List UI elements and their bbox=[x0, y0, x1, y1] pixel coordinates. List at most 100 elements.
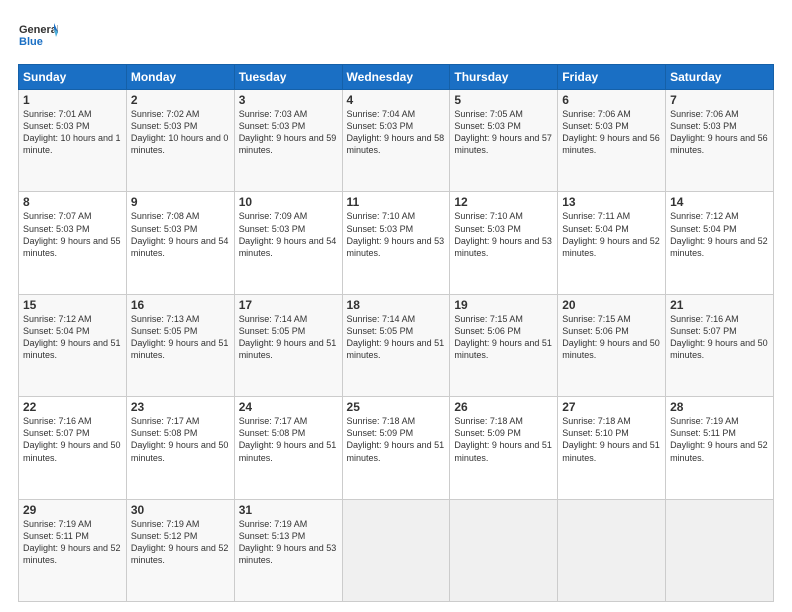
col-header-friday: Friday bbox=[558, 65, 666, 90]
day-number: 13 bbox=[562, 195, 661, 209]
day-number: 5 bbox=[454, 93, 553, 107]
day-number: 25 bbox=[347, 400, 446, 414]
day-number: 9 bbox=[131, 195, 230, 209]
svg-text:Blue: Blue bbox=[19, 36, 43, 48]
day-number: 26 bbox=[454, 400, 553, 414]
day-info: Sunrise: 7:19 AMSunset: 5:13 PMDaylight:… bbox=[239, 519, 337, 565]
week-row-1: 1 Sunrise: 7:01 AMSunset: 5:03 PMDayligh… bbox=[19, 90, 774, 192]
page: General Blue SundayMondayTuesdayWednesda… bbox=[0, 0, 792, 612]
header: General Blue bbox=[18, 18, 774, 54]
day-info: Sunrise: 7:03 AMSunset: 5:03 PMDaylight:… bbox=[239, 109, 337, 155]
day-info: Sunrise: 7:04 AMSunset: 5:03 PMDaylight:… bbox=[347, 109, 445, 155]
day-number: 20 bbox=[562, 298, 661, 312]
day-info: Sunrise: 7:16 AMSunset: 5:07 PMDaylight:… bbox=[23, 416, 121, 462]
svg-text:General: General bbox=[19, 24, 58, 36]
col-header-wednesday: Wednesday bbox=[342, 65, 450, 90]
day-number: 18 bbox=[347, 298, 446, 312]
day-number: 1 bbox=[23, 93, 122, 107]
day-info: Sunrise: 7:19 AMSunset: 5:12 PMDaylight:… bbox=[131, 519, 229, 565]
day-number: 19 bbox=[454, 298, 553, 312]
calendar-cell: 1 Sunrise: 7:01 AMSunset: 5:03 PMDayligh… bbox=[19, 90, 127, 192]
day-number: 16 bbox=[131, 298, 230, 312]
day-info: Sunrise: 7:19 AMSunset: 5:11 PMDaylight:… bbox=[23, 519, 121, 565]
calendar-cell: 3 Sunrise: 7:03 AMSunset: 5:03 PMDayligh… bbox=[234, 90, 342, 192]
calendar-cell: 15 Sunrise: 7:12 AMSunset: 5:04 PMDaylig… bbox=[19, 294, 127, 396]
day-number: 27 bbox=[562, 400, 661, 414]
day-info: Sunrise: 7:07 AMSunset: 5:03 PMDaylight:… bbox=[23, 211, 121, 257]
day-info: Sunrise: 7:14 AMSunset: 5:05 PMDaylight:… bbox=[239, 314, 337, 360]
day-number: 4 bbox=[347, 93, 446, 107]
day-info: Sunrise: 7:06 AMSunset: 5:03 PMDaylight:… bbox=[670, 109, 768, 155]
calendar-cell: 21 Sunrise: 7:16 AMSunset: 5:07 PMDaylig… bbox=[666, 294, 774, 396]
calendar-cell: 14 Sunrise: 7:12 AMSunset: 5:04 PMDaylig… bbox=[666, 192, 774, 294]
day-info: Sunrise: 7:05 AMSunset: 5:03 PMDaylight:… bbox=[454, 109, 552, 155]
col-header-tuesday: Tuesday bbox=[234, 65, 342, 90]
day-number: 6 bbox=[562, 93, 661, 107]
day-info: Sunrise: 7:10 AMSunset: 5:03 PMDaylight:… bbox=[454, 211, 552, 257]
day-number: 14 bbox=[670, 195, 769, 209]
calendar-cell: 16 Sunrise: 7:13 AMSunset: 5:05 PMDaylig… bbox=[126, 294, 234, 396]
calendar-cell: 5 Sunrise: 7:05 AMSunset: 5:03 PMDayligh… bbox=[450, 90, 558, 192]
calendar-cell: 10 Sunrise: 7:09 AMSunset: 5:03 PMDaylig… bbox=[234, 192, 342, 294]
calendar-cell: 23 Sunrise: 7:17 AMSunset: 5:08 PMDaylig… bbox=[126, 397, 234, 499]
day-number: 30 bbox=[131, 503, 230, 517]
day-number: 22 bbox=[23, 400, 122, 414]
calendar-cell: 9 Sunrise: 7:08 AMSunset: 5:03 PMDayligh… bbox=[126, 192, 234, 294]
day-number: 23 bbox=[131, 400, 230, 414]
calendar-cell: 19 Sunrise: 7:15 AMSunset: 5:06 PMDaylig… bbox=[450, 294, 558, 396]
calendar-cell: 11 Sunrise: 7:10 AMSunset: 5:03 PMDaylig… bbox=[342, 192, 450, 294]
day-number: 21 bbox=[670, 298, 769, 312]
day-number: 10 bbox=[239, 195, 338, 209]
calendar-cell: 29 Sunrise: 7:19 AMSunset: 5:11 PMDaylig… bbox=[19, 499, 127, 601]
day-info: Sunrise: 7:08 AMSunset: 5:03 PMDaylight:… bbox=[131, 211, 229, 257]
day-number: 28 bbox=[670, 400, 769, 414]
calendar-table: SundayMondayTuesdayWednesdayThursdayFrid… bbox=[18, 64, 774, 602]
calendar-cell: 7 Sunrise: 7:06 AMSunset: 5:03 PMDayligh… bbox=[666, 90, 774, 192]
day-info: Sunrise: 7:15 AMSunset: 5:06 PMDaylight:… bbox=[562, 314, 660, 360]
week-row-3: 15 Sunrise: 7:12 AMSunset: 5:04 PMDaylig… bbox=[19, 294, 774, 396]
day-info: Sunrise: 7:16 AMSunset: 5:07 PMDaylight:… bbox=[670, 314, 768, 360]
day-number: 8 bbox=[23, 195, 122, 209]
logo: General Blue bbox=[18, 18, 58, 54]
day-number: 12 bbox=[454, 195, 553, 209]
col-header-saturday: Saturday bbox=[666, 65, 774, 90]
day-info: Sunrise: 7:10 AMSunset: 5:03 PMDaylight:… bbox=[347, 211, 445, 257]
col-header-monday: Monday bbox=[126, 65, 234, 90]
calendar-cell: 20 Sunrise: 7:15 AMSunset: 5:06 PMDaylig… bbox=[558, 294, 666, 396]
calendar-cell: 30 Sunrise: 7:19 AMSunset: 5:12 PMDaylig… bbox=[126, 499, 234, 601]
day-number: 29 bbox=[23, 503, 122, 517]
logo-svg: General Blue bbox=[18, 18, 58, 54]
day-info: Sunrise: 7:19 AMSunset: 5:11 PMDaylight:… bbox=[670, 416, 768, 462]
day-info: Sunrise: 7:14 AMSunset: 5:05 PMDaylight:… bbox=[347, 314, 445, 360]
day-number: 31 bbox=[239, 503, 338, 517]
calendar-cell: 2 Sunrise: 7:02 AMSunset: 5:03 PMDayligh… bbox=[126, 90, 234, 192]
day-info: Sunrise: 7:17 AMSunset: 5:08 PMDaylight:… bbox=[239, 416, 337, 462]
day-info: Sunrise: 7:11 AMSunset: 5:04 PMDaylight:… bbox=[562, 211, 660, 257]
calendar-cell: 4 Sunrise: 7:04 AMSunset: 5:03 PMDayligh… bbox=[342, 90, 450, 192]
calendar-cell: 8 Sunrise: 7:07 AMSunset: 5:03 PMDayligh… bbox=[19, 192, 127, 294]
calendar-cell: 13 Sunrise: 7:11 AMSunset: 5:04 PMDaylig… bbox=[558, 192, 666, 294]
calendar-cell: 27 Sunrise: 7:18 AMSunset: 5:10 PMDaylig… bbox=[558, 397, 666, 499]
day-number: 17 bbox=[239, 298, 338, 312]
calendar-cell bbox=[558, 499, 666, 601]
day-info: Sunrise: 7:18 AMSunset: 5:09 PMDaylight:… bbox=[454, 416, 552, 462]
day-info: Sunrise: 7:13 AMSunset: 5:05 PMDaylight:… bbox=[131, 314, 229, 360]
day-info: Sunrise: 7:06 AMSunset: 5:03 PMDaylight:… bbox=[562, 109, 660, 155]
col-header-thursday: Thursday bbox=[450, 65, 558, 90]
calendar-cell: 22 Sunrise: 7:16 AMSunset: 5:07 PMDaylig… bbox=[19, 397, 127, 499]
day-number: 7 bbox=[670, 93, 769, 107]
calendar-header-row: SundayMondayTuesdayWednesdayThursdayFrid… bbox=[19, 65, 774, 90]
day-number: 2 bbox=[131, 93, 230, 107]
col-header-sunday: Sunday bbox=[19, 65, 127, 90]
week-row-4: 22 Sunrise: 7:16 AMSunset: 5:07 PMDaylig… bbox=[19, 397, 774, 499]
day-number: 3 bbox=[239, 93, 338, 107]
calendar-cell: 26 Sunrise: 7:18 AMSunset: 5:09 PMDaylig… bbox=[450, 397, 558, 499]
calendar-cell: 18 Sunrise: 7:14 AMSunset: 5:05 PMDaylig… bbox=[342, 294, 450, 396]
calendar-cell: 25 Sunrise: 7:18 AMSunset: 5:09 PMDaylig… bbox=[342, 397, 450, 499]
day-info: Sunrise: 7:17 AMSunset: 5:08 PMDaylight:… bbox=[131, 416, 229, 462]
calendar-cell: 12 Sunrise: 7:10 AMSunset: 5:03 PMDaylig… bbox=[450, 192, 558, 294]
calendar-cell: 17 Sunrise: 7:14 AMSunset: 5:05 PMDaylig… bbox=[234, 294, 342, 396]
calendar-cell: 28 Sunrise: 7:19 AMSunset: 5:11 PMDaylig… bbox=[666, 397, 774, 499]
day-info: Sunrise: 7:01 AMSunset: 5:03 PMDaylight:… bbox=[23, 109, 121, 155]
day-info: Sunrise: 7:09 AMSunset: 5:03 PMDaylight:… bbox=[239, 211, 337, 257]
